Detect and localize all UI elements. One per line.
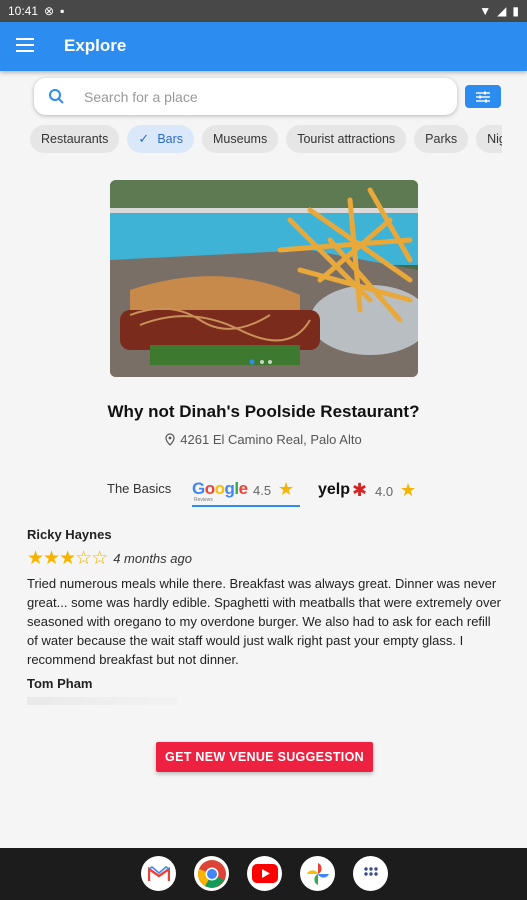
reviewer-name: Tom Pham — [27, 676, 93, 691]
chrome-icon[interactable] — [194, 856, 229, 891]
youtube-icon[interactable] — [247, 856, 282, 891]
search-input[interactable] — [82, 86, 446, 108]
yelp-score: 4.0 — [375, 484, 394, 499]
star-icon: ★ — [400, 480, 417, 500]
page-title: Explore — [64, 36, 127, 55]
venue-address: 4261 El Camino Real, Palo Alto — [0, 432, 527, 447]
chip-label: Restaurants — [41, 132, 109, 146]
app-dock — [0, 848, 527, 900]
filter-button[interactable] — [465, 85, 501, 108]
star-icon: ★ — [278, 479, 295, 499]
app-bar: Explore — [0, 22, 527, 71]
category-chips: Restaurants ✓ Bars Museums Tourist attrac… — [30, 125, 502, 153]
venue-photo[interactable] — [110, 180, 418, 377]
reviewer-name: Ricky Haynes — [27, 527, 112, 542]
sync-icon: ⊗ — [44, 4, 55, 18]
apps-icon[interactable] — [353, 856, 388, 891]
tab-google-reviews[interactable]: Google Reviews 4.5 ★ — [192, 478, 300, 507]
review-list: Ricky Haynes ★★★☆☆ 4 months ago Tried nu… — [27, 527, 505, 712]
location-pin-icon — [165, 433, 175, 446]
chip-bars[interactable]: ✓ Bars — [127, 125, 195, 153]
chip-nightlife[interactable]: Nightlife — [476, 125, 502, 153]
wifi-icon: ▼ — [479, 4, 492, 18]
venue-title: Why not Dinah's Poolside Restaurant? — [107, 402, 420, 421]
chip-tourist-attractions[interactable]: Tourist attractions — [286, 125, 407, 153]
chip-label: Museums — [213, 132, 268, 146]
gmail-icon[interactable] — [141, 856, 176, 891]
tab-yelp-reviews[interactable]: yelp ✱ 4.0 ★ — [318, 478, 428, 505]
chip-label: Bars — [157, 132, 184, 146]
chip-label: Nightlife — [487, 132, 502, 146]
chip-museums[interactable]: Museums — [202, 125, 279, 153]
status-bar: 10:41 ⊗ ▪ ▼ ◢ ▮ — [0, 0, 527, 22]
signal-icon: ◢ — [497, 4, 507, 18]
new-venue-suggestion-button[interactable]: GET NEW VENUE SUGGESTION — [156, 742, 373, 772]
chip-parks[interactable]: Parks — [414, 125, 469, 153]
tab-the-basics[interactable]: The Basics — [107, 481, 171, 496]
google-score: 4.5 — [253, 483, 272, 498]
status-time: 10:41 — [8, 4, 39, 18]
sim-icon: ▪ — [60, 4, 65, 18]
rating-tabs: The Basics Google Reviews 4.5 ★ yelp ✱ 4… — [0, 478, 527, 508]
chip-label: Tourist attractions — [297, 132, 396, 146]
rating-stars: ★★★☆☆ — [27, 547, 108, 569]
sliders-icon — [476, 91, 490, 102]
address-text: 4261 El Camino Real, Palo Alto — [180, 432, 362, 447]
search-bar — [34, 78, 457, 115]
google-reviews-caption: Reviews — [194, 497, 213, 503]
check-icon: ✓ — [138, 131, 150, 146]
search-icon — [49, 89, 64, 104]
photos-icon[interactable] — [300, 856, 335, 891]
yelp-logo: yelp — [318, 481, 351, 498]
battery-icon: ▮ — [512, 4, 519, 18]
review-text: Tried numerous meals while there. Breakf… — [27, 576, 502, 667]
yelp-burst-icon: ✱ — [352, 480, 368, 500]
google-logo: Google — [192, 479, 248, 498]
review-fade — [27, 697, 177, 705]
review-time: 4 months ago — [113, 550, 192, 566]
menu-icon[interactable] — [16, 38, 34, 52]
chip-restaurants[interactable]: Restaurants — [30, 125, 120, 153]
chip-label: Parks — [425, 132, 458, 146]
